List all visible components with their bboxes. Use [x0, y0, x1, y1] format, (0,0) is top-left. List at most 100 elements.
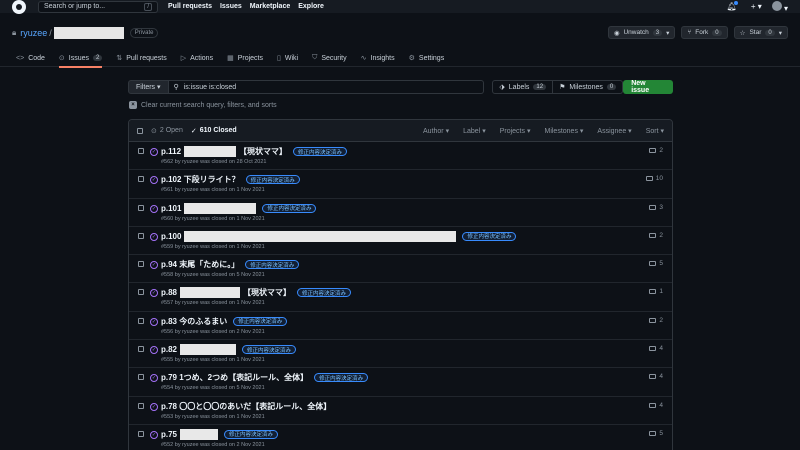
- issue-checkbox[interactable]: [138, 261, 144, 268]
- comments-link[interactable]: 2: [649, 232, 663, 239]
- assignee-filter[interactable]: Assignee ▾: [597, 127, 631, 135]
- star-count: 0: [765, 29, 775, 36]
- issue-label[interactable]: 修正内容決定済み: [462, 231, 517, 241]
- comments-link[interactable]: 1: [649, 288, 663, 295]
- nav-issues[interactable]: Issues: [220, 3, 242, 10]
- nav-marketplace[interactable]: Marketplace: [250, 3, 290, 10]
- bell-icon[interactable]: 🔔︎: [727, 1, 741, 11]
- projects-filter[interactable]: Projects ▾: [500, 127, 531, 135]
- issue-meta: #557 by ryuzee was closed on 1 Nov 2021: [161, 300, 265, 307]
- comments-link[interactable]: 4: [649, 345, 663, 352]
- comments-link[interactable]: 2: [649, 147, 663, 154]
- tab-security[interactable]: ⛉ Security: [312, 50, 347, 67]
- comment-icon: [649, 148, 657, 153]
- milestones-filter[interactable]: Milestones ▾: [544, 127, 583, 135]
- issue-row[interactable]: ✓ p.100 修正内容決定済み #559 by ryuzee was closed …: [129, 227, 672, 256]
- user-avatar-menu[interactable]: ▾: [771, 0, 788, 13]
- tab-actions[interactable]: ▷ Actions: [181, 50, 213, 67]
- issue-checkbox[interactable]: [138, 204, 144, 211]
- sort-dropdown[interactable]: Sort ▾: [646, 127, 664, 135]
- author-filter[interactable]: Author ▾: [423, 127, 449, 135]
- issue-label[interactable]: 修正内容決定済み: [293, 147, 348, 156]
- global-search-input[interactable]: Search or jump to... /: [38, 0, 158, 13]
- issue-label[interactable]: 修正内容決定済み: [233, 316, 288, 326]
- tab-issues[interactable]: ⊙ Issues 2: [58, 50, 103, 68]
- issue-search-input[interactable]: ⚲ is:issue is:closed: [168, 80, 485, 94]
- issue-row[interactable]: ✓ p.94 末尾「ために。」 修正内容決定済み #558 by ryuzee was…: [129, 255, 672, 284]
- issue-checkbox[interactable]: [138, 289, 144, 296]
- comments-link[interactable]: 2: [649, 317, 663, 324]
- filters-dropdown[interactable]: Filters ▾: [128, 80, 169, 94]
- nav-pull-requests[interactable]: Pull requests: [168, 3, 212, 10]
- issue-title-link[interactable]: p.100 修正内容決定済み: [161, 230, 517, 242]
- tab-settings[interactable]: ⚙ Settings: [409, 50, 445, 67]
- issue-row[interactable]: ✓ p.112 【現状ママ】 修正内容決定済み #562 by ryuzee was c…: [129, 142, 672, 171]
- issue-label[interactable]: 修正内容決定済み: [262, 203, 317, 213]
- select-all-checkbox[interactable]: [137, 127, 143, 134]
- new-issue-button[interactable]: New issue: [623, 80, 673, 94]
- tab-code[interactable]: <> Code: [16, 50, 45, 67]
- comment-count: 2: [659, 316, 663, 324]
- comments-link[interactable]: 10: [645, 175, 663, 182]
- tab-wiki[interactable]: ▯ Wiki: [277, 50, 298, 67]
- issue-title-link[interactable]: p.88 【現状ママ】 修正内容決定済み: [161, 287, 352, 299]
- issues-count: 2: [93, 55, 103, 61]
- labels-milestones-group: ⬗ Labels 12 ⚑ Milestones 0: [492, 80, 624, 94]
- issue-title-link[interactable]: p.94 末尾「ために。」 修正内容決定済み: [161, 259, 300, 270]
- issue-label[interactable]: 修正内容決定済み: [224, 429, 279, 439]
- star-button[interactable]: ☆ Star 0 ▾: [733, 26, 788, 39]
- milestones-button[interactable]: ⚑ Milestones 0: [553, 80, 624, 94]
- issue-checkbox[interactable]: [138, 402, 144, 409]
- tab-pull-requests[interactable]: ⇅ Pull requests: [116, 50, 166, 67]
- issue-title-link[interactable]: p.79 1つめ、2つめ【表記ルール、全体】 修正内容決定済み: [161, 372, 369, 383]
- repo-name-redacted[interactable]: [53, 27, 124, 39]
- issue-checkbox[interactable]: [138, 346, 144, 353]
- issue-checkbox[interactable]: [138, 232, 144, 239]
- comments-link[interactable]: 4: [649, 402, 663, 409]
- comments-link[interactable]: 5: [649, 260, 663, 267]
- clear-filters-link[interactable]: × Clear current search query, filters, a…: [129, 101, 277, 109]
- issue-label[interactable]: 修正内容決定済み: [297, 288, 352, 298]
- issue-title-link[interactable]: p.101 修正内容決定済み: [161, 202, 317, 214]
- issue-checkbox[interactable]: [138, 374, 144, 381]
- labels-button[interactable]: ⬗ Labels 12: [492, 80, 554, 94]
- comments-link[interactable]: 4: [649, 373, 663, 380]
- issue-row[interactable]: ✓ p.78 〇〇と〇〇のあいだ【表記ルール、全体】 #553 by ryuzee …: [129, 397, 672, 425]
- issue-row[interactable]: ✓ p.102 下段リライト？ 修正内容決定済み #561 by ryuzee was…: [129, 170, 672, 199]
- issue-title-link[interactable]: p.102 下段リライト？ 修正内容決定済み: [161, 174, 300, 185]
- filters-label: Filters: [136, 83, 156, 91]
- label-filter[interactable]: Label ▾: [463, 127, 486, 135]
- issue-label[interactable]: 修正内容決定済み: [245, 175, 300, 185]
- nav-explore[interactable]: Explore: [298, 3, 324, 10]
- open-issues-link[interactable]: ⊙ 2 Open: [151, 127, 183, 135]
- issue-meta: #555 by ryuzee was closed on 1 Nov 2021: [161, 357, 265, 364]
- issue-checkbox[interactable]: [138, 148, 144, 154]
- issue-title-link[interactable]: p.112 【現状ママ】 修正内容決定済み: [161, 146, 348, 157]
- issue-row[interactable]: ✓ p.101 修正内容決定済み #560 by ryuzee was closed …: [129, 199, 672, 227]
- issue-title-link[interactable]: p.82 修正内容決定済み: [161, 344, 297, 356]
- comments-link[interactable]: 5: [649, 430, 663, 437]
- tab-projects[interactable]: ▦ Projects: [227, 50, 263, 67]
- issue-row[interactable]: ✓ p.88 【現状ママ】 修正内容決定済み #557 by ryuzee was cl…: [129, 283, 672, 312]
- issue-row[interactable]: ✓ p.83 今のふるまい 修正内容決定済み #556 by ryuzee was c…: [129, 312, 672, 341]
- closed-issues-link[interactable]: ✓ 610 Closed: [191, 127, 237, 135]
- issue-checkbox[interactable]: [138, 317, 144, 324]
- issue-label[interactable]: 修正内容決定済み: [242, 345, 297, 355]
- issue-row[interactable]: ✓ p.79 1つめ、2つめ【表記ルール、全体】 修正内容決定済み #554 by r…: [129, 368, 672, 397]
- create-new-menu[interactable]: + ▾: [751, 2, 762, 11]
- issue-label[interactable]: 修正内容決定済み: [314, 373, 369, 383]
- issue-title-link[interactable]: p.83 今のふるまい 修正内容決定済み: [161, 316, 288, 327]
- issue-checkbox[interactable]: [138, 176, 144, 183]
- fork-button[interactable]: ⑂ Fork 0: [681, 26, 728, 39]
- issue-title-link[interactable]: p.78 〇〇と〇〇のあいだ【表記ルール、全体】: [161, 401, 331, 412]
- issue-checkbox[interactable]: [138, 430, 144, 437]
- tab-insights[interactable]: ∿ Insights: [361, 50, 395, 67]
- issue-title-link[interactable]: p.75 修正内容決定済み: [161, 428, 279, 440]
- issue-row[interactable]: ✓ p.75 修正内容決定済み #552 by ryuzee was closed o…: [129, 425, 672, 450]
- unwatch-button[interactable]: ◉ Unwatch 3 ▾: [607, 26, 676, 39]
- issue-row[interactable]: ✓ p.82 修正内容決定済み #555 by ryuzee was closed o…: [129, 340, 672, 369]
- repo-owner-link[interactable]: ryuzee: [20, 28, 47, 38]
- comments-link[interactable]: 3: [649, 204, 663, 211]
- github-logo-icon[interactable]: [12, 0, 26, 14]
- issue-label[interactable]: 修正内容決定済み: [245, 260, 300, 270]
